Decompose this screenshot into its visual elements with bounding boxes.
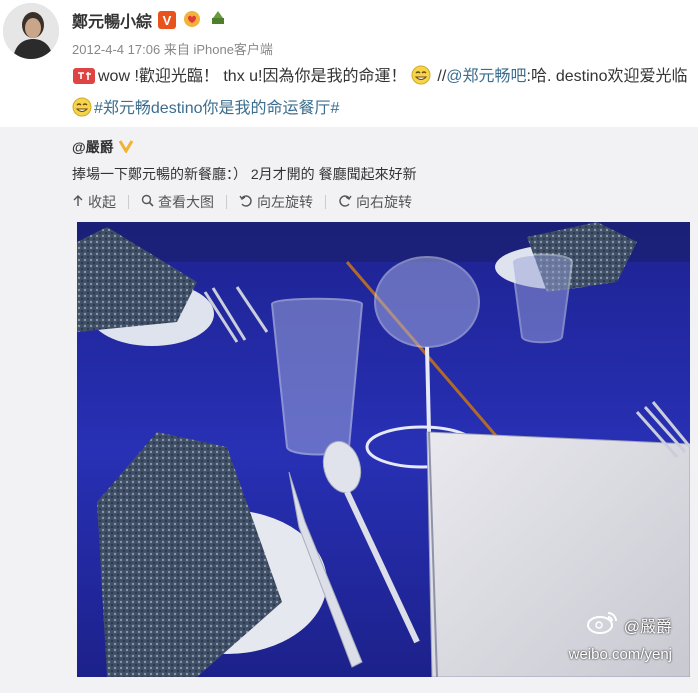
watermark-name: @嚴爵 <box>586 610 672 639</box>
sticker-icon <box>72 67 96 95</box>
original-post-text: 捧場一下鄭元暢的新餐廳：） 2月才開的 餐廳聞起來好新 <box>72 166 417 182</box>
author-name[interactable]: 鄭元暢小綜 <box>72 8 152 32</box>
view-large-label: 查看大图 <box>158 194 214 210</box>
source-prefix: 来自 <box>163 42 190 57</box>
rotate-left-label: 向左旋转 <box>257 194 313 210</box>
divider <box>128 195 129 209</box>
weibo-logo-icon <box>586 610 618 639</box>
divider <box>226 195 227 209</box>
collapse-label: 收起 <box>88 194 116 210</box>
gold-verified-icon <box>118 139 134 156</box>
hashtag-link[interactable]: #郑元畅destino你是我的命运餐厅# <box>94 100 339 117</box>
avatar[interactable] <box>3 3 59 59</box>
post-meta: 2012-4-4 17:06 来自 iPhone客户端 <box>72 39 273 58</box>
divider <box>325 195 326 209</box>
watermark-url: weibo.com/yenj <box>568 646 672 663</box>
post-text-part1: wow !歡迎光臨！ thx u!因為你是我的命運！ <box>98 68 407 85</box>
grin-emoji-icon-2 <box>72 97 92 127</box>
rotate-right-icon <box>338 194 352 211</box>
rotate-left-button[interactable]: 向左旋转 <box>239 192 313 212</box>
search-icon <box>141 194 154 210</box>
grin-emoji-icon <box>411 65 431 95</box>
member-badge-icon <box>208 9 228 32</box>
view-large-button[interactable]: 查看大图 <box>141 192 214 212</box>
repost-box: @嚴爵 捧場一下鄭元暢的新餐廳：） 2月才開的 餐廳聞起來好新 收起 查看大图 … <box>0 127 698 693</box>
source-name[interactable]: iPhone客户端 <box>193 42 272 57</box>
timestamp[interactable]: 2012-4-4 17:06 <box>72 42 160 57</box>
heart-badge-icon <box>182 9 202 32</box>
collapse-arrow-icon <box>72 194 84 210</box>
restaurant-table-image <box>77 222 690 677</box>
rotate-left-icon <box>239 194 253 211</box>
post-text-part3: :哈. destino欢迎爱光临 <box>526 68 688 85</box>
post-photo[interactable]: @嚴爵 weibo.com/yenj <box>77 222 690 677</box>
image-actions-bar: 收起 查看大图 向左旋转 向右旋转 <box>72 192 412 212</box>
rotate-right-button[interactable]: 向右旋转 <box>338 192 412 212</box>
collapse-button[interactable]: 收起 <box>72 192 116 212</box>
mention-link[interactable]: @郑元畅吧 <box>446 68 526 85</box>
watermark-user: @嚴爵 <box>623 618 672 636</box>
post-text-part2: // <box>432 68 447 85</box>
verified-badge-icon: V <box>158 11 177 29</box>
rotate-right-label: 向右旋转 <box>356 194 412 210</box>
original-user-link[interactable]: @嚴爵 <box>72 137 114 157</box>
post-text: wow !歡迎光臨！ thx u!因為你是我的命運！ //@郑元畅吧:哈. de… <box>72 63 692 127</box>
